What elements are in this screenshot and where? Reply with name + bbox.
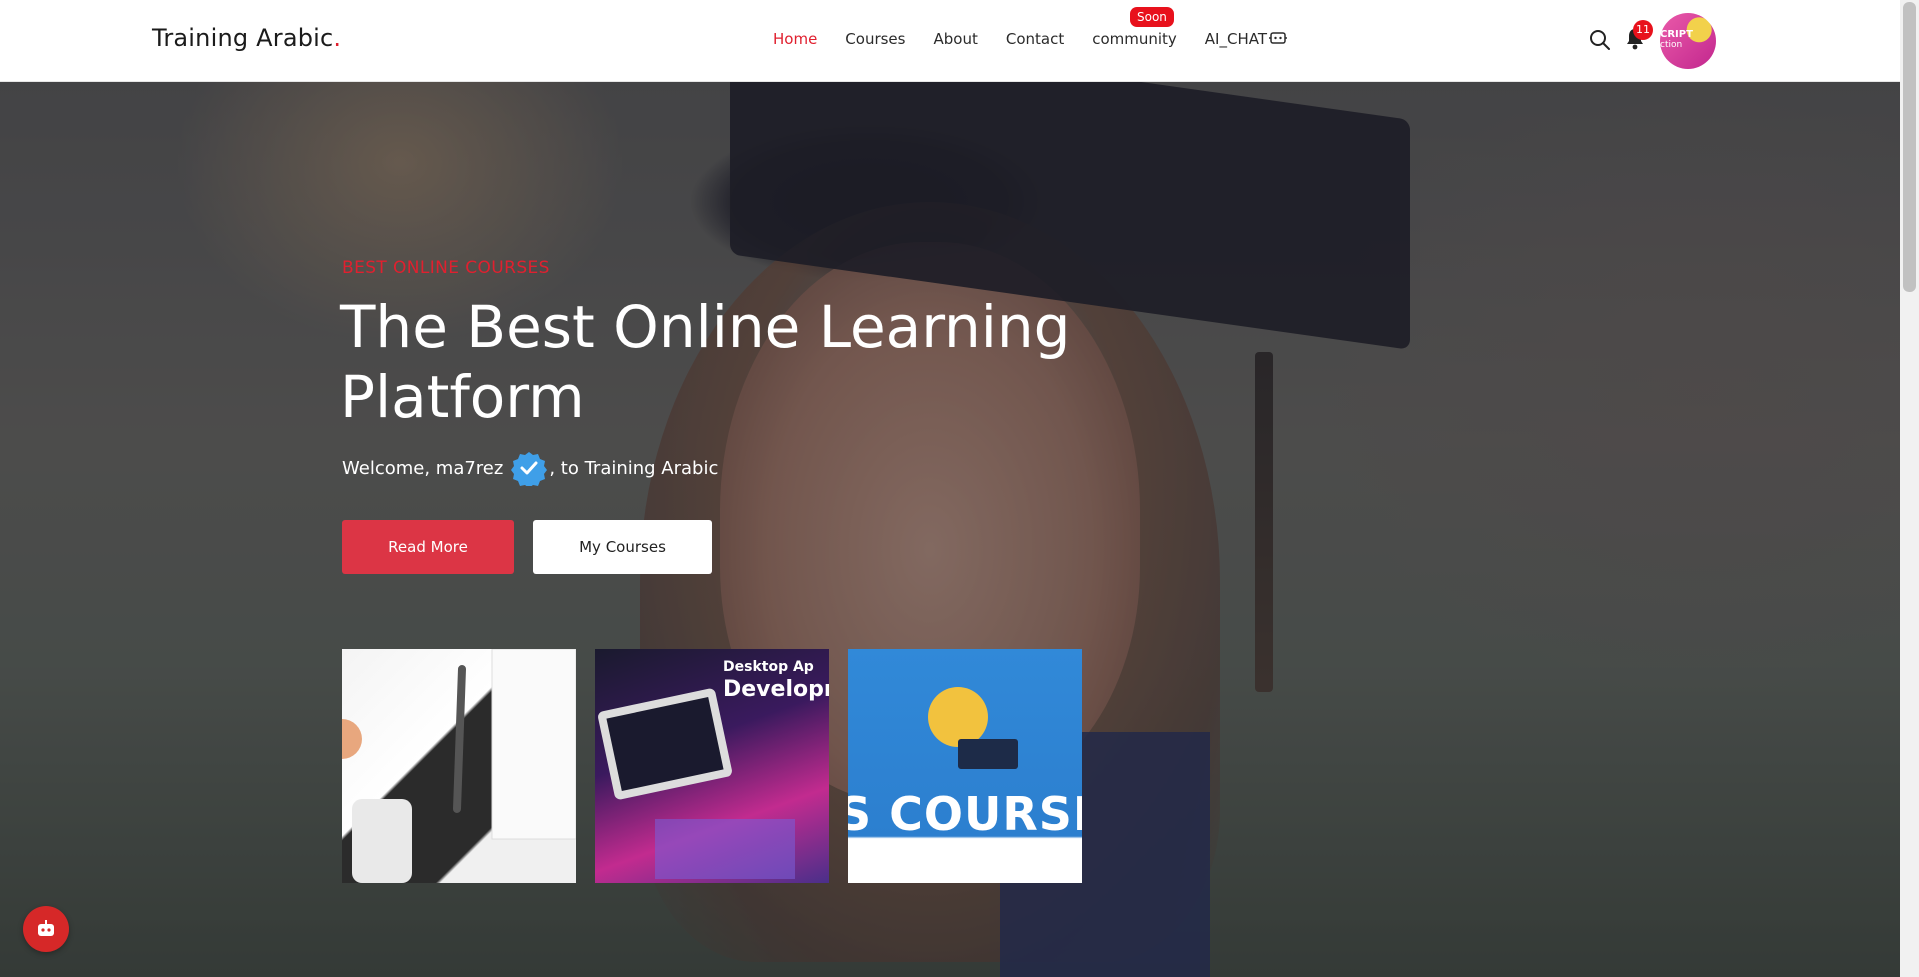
hero-eyebrow: BEST ONLINE COURSES (342, 258, 550, 278)
main-nav: Home Courses About Contact community AI_… (773, 30, 1315, 48)
search-icon[interactable] (1589, 29, 1611, 51)
notebook-pen-illustration (342, 649, 576, 883)
scrollbar-thumb[interactable] (1903, 2, 1916, 292)
chat-bot-button[interactable] (23, 906, 69, 952)
person-illustration (928, 687, 988, 747)
verified-badge-icon (511, 452, 548, 486)
nav-ai-chat-label: AI_CHAT (1204, 30, 1267, 48)
brand-logo[interactable]: Training Arabic. (152, 24, 341, 52)
robot-icon (38, 920, 54, 936)
brand-dot: . (333, 24, 342, 52)
nav-ai-chat[interactable]: AI_CHAT (1205, 30, 1287, 48)
nav-home[interactable]: Home (773, 30, 817, 48)
hero-section: BEST ONLINE COURSES The Best Online Lear… (0, 82, 1900, 977)
nav-community[interactable]: community (1092, 30, 1177, 48)
course-thumbnail-2[interactable]: Desktop Ap Developm (595, 649, 829, 883)
course-thumbnail-3[interactable]: S COURSI (848, 649, 1082, 883)
soon-badge: Soon (1130, 7, 1174, 27)
course-thumbnail-1[interactable] (342, 649, 576, 883)
page-scrollbar[interactable] (1900, 0, 1919, 977)
avatar-text: CRIPT ction (1660, 29, 1693, 50)
nav-about[interactable]: About (933, 30, 977, 48)
nav-courses[interactable]: Courses (845, 30, 905, 48)
brand-name: Training Arabic (152, 24, 334, 52)
avatar[interactable]: CRIPT ction (1660, 13, 1716, 69)
welcome-message: Welcome, ma7rez , to Training Arabic (342, 450, 718, 486)
laptop-illustration (958, 739, 1018, 769)
hero-headline: The Best Online Learning Platform (340, 293, 1071, 431)
my-courses-button[interactable]: My Courses (533, 520, 712, 574)
welcome-suffix: , to Training Arabic (549, 457, 719, 479)
robot-icon (1269, 32, 1287, 44)
notification-count-badge: 11 (1633, 20, 1653, 40)
top-navbar: Training Arabic. Home Courses About Cont… (0, 0, 1900, 82)
read-more-button[interactable]: Read More (342, 520, 514, 574)
course-thumbnail-3-title: S COURSI (848, 787, 1082, 841)
laptop-code-illustration (598, 688, 795, 879)
nav-contact[interactable]: Contact (1006, 30, 1064, 48)
welcome-prefix: Welcome, ma7rez (342, 457, 504, 479)
